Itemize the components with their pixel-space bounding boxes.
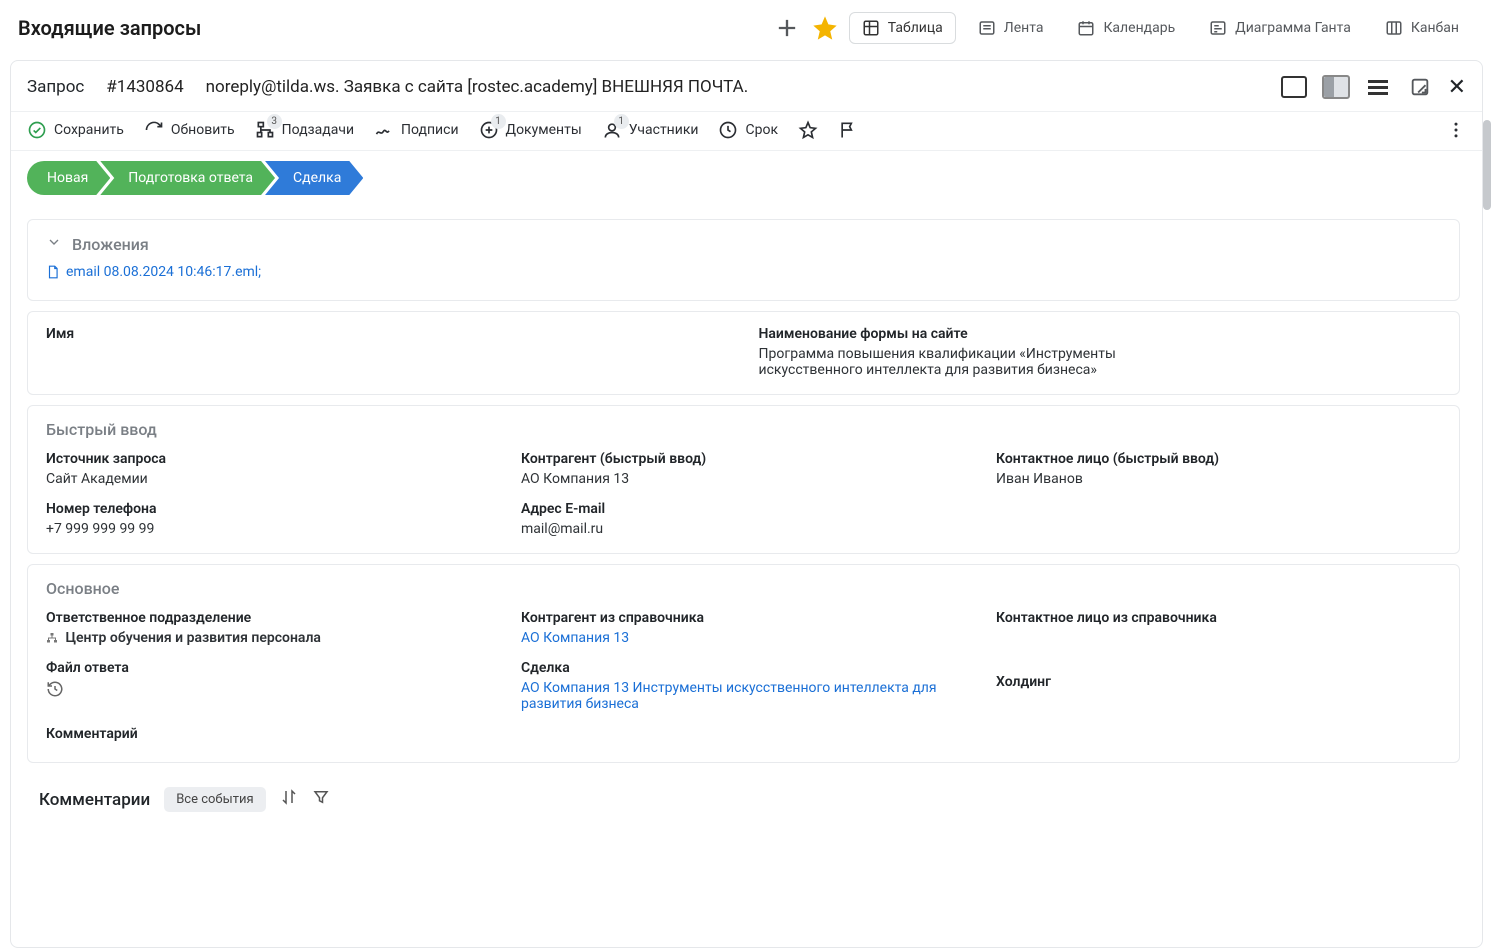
refresh-label: Обновить (171, 122, 235, 138)
list-mode-icon[interactable] (1364, 73, 1392, 101)
split-pane-icon[interactable] (1322, 73, 1350, 101)
view-calendar-label: Календарь (1103, 20, 1175, 36)
sign-label: Подписи (401, 122, 459, 138)
refresh-button[interactable]: Обновить (144, 120, 235, 140)
view-kanban-label: Канбан (1411, 20, 1459, 36)
view-gantt-label: Диаграмма Ганта (1235, 20, 1351, 36)
window-mode-icon[interactable] (1280, 73, 1308, 101)
email-label: Адрес E-mail (521, 501, 966, 517)
header-fields-section: Имя Наименование формы на сайте Программ… (27, 311, 1460, 395)
flag-icon[interactable] (838, 120, 858, 140)
chevron-down-icon[interactable] (46, 234, 62, 254)
contr-q-value: АО Компания 13 (521, 471, 966, 487)
subtasks-label: Подзадачи (282, 122, 354, 138)
sign-button[interactable]: Подписи (374, 120, 459, 140)
attachment-file-name: email 08.08.2024 10:46:17.eml; (66, 264, 261, 280)
subtasks-badge: 3 (267, 114, 282, 129)
sort-icon[interactable] (280, 788, 298, 811)
save-label: Сохранить (54, 122, 124, 138)
record-subject: noreply@tilda.ws. Заявка с сайта [rostec… (206, 77, 749, 97)
docs-badge: 1 (491, 114, 506, 129)
pipeline: Новая Подготовка ответа Сделка Ответ нап… (11, 151, 1482, 209)
email-value: mail@mail.ru (521, 521, 966, 537)
add-icon[interactable] (773, 14, 801, 42)
view-feed[interactable]: Лента (966, 13, 1056, 43)
name-label: Имя (46, 326, 729, 342)
expand-icon[interactable] (1406, 73, 1434, 101)
more-icon[interactable] (1446, 120, 1466, 140)
holding-label: Холдинг (996, 674, 1441, 690)
main-title: Основное (46, 579, 119, 598)
phone-label: Номер телефона (46, 501, 491, 517)
docs-button[interactable]: 1 Документы (479, 120, 582, 140)
stage-sent[interactable]: Ответ направлен (351, 161, 508, 195)
quick-title: Быстрый ввод (46, 420, 157, 439)
source-label: Источник запроса (46, 451, 491, 467)
save-button[interactable]: Сохранить (27, 120, 124, 140)
file-label: Файл ответа (46, 660, 491, 676)
record-type: Запрос (27, 77, 84, 97)
comments-filter-chip[interactable]: Все события (164, 787, 265, 812)
due-label: Срок (745, 122, 778, 138)
source-value: Сайт Академии (46, 471, 491, 487)
comments-bar: Комментарии Все события (11, 773, 1476, 822)
stage-prepare[interactable]: Подготовка ответа (100, 161, 275, 195)
filter-icon[interactable] (312, 788, 330, 811)
due-button[interactable]: Срок (718, 120, 778, 140)
deal-value[interactable]: АО Компания 13 Инструменты искусственног… (521, 680, 941, 712)
members-badge: 1 (614, 114, 629, 129)
view-table-label: Таблица (888, 20, 943, 36)
star-icon[interactable] (811, 14, 839, 42)
attachments-title: Вложения (72, 235, 149, 254)
record-number: #1430864 (106, 77, 183, 97)
form-label: Наименование формы на сайте (759, 326, 1442, 342)
scrollbar[interactable] (1483, 120, 1491, 210)
members-label: Участники (629, 122, 699, 138)
attachments-section: Вложения email 08.08.2024 10:46:17.eml; (27, 219, 1460, 301)
deal-label: Сделка (521, 660, 966, 676)
form-value: Программа повышения квалификации «Инстру… (759, 346, 1219, 378)
contr-m-value[interactable]: АО Компания 13 (521, 630, 966, 646)
contr-q-label: Контрагент (быстрый ввод) (521, 451, 966, 467)
history-icon[interactable] (46, 680, 491, 702)
stage-new[interactable]: Новая (27, 161, 110, 195)
contact-q-label: Контактное лицо (быстрый ввод) (996, 451, 1441, 467)
phone-value: +7 999 999 99 99 (46, 521, 491, 537)
quick-section: Быстрый ввод Источник запроса Сайт Акаде… (27, 405, 1460, 554)
view-table[interactable]: Таблица (849, 12, 956, 44)
favorite-icon[interactable] (798, 120, 818, 140)
view-gantt[interactable]: Диаграмма Ганта (1197, 13, 1363, 43)
subtasks-button[interactable]: 3 Подзадачи (255, 120, 354, 140)
close-icon[interactable]: ✕ (1448, 75, 1466, 100)
contact-m-label: Контактное лицо из справочника (996, 610, 1441, 626)
attachment-file[interactable]: email 08.08.2024 10:46:17.eml; (46, 264, 261, 280)
dept-value: Центр обучения и развития персонала (46, 630, 491, 646)
contact-q-value: Иван Иванов (996, 471, 1441, 487)
contr-m-label: Контрагент из справочника (521, 610, 966, 626)
docs-label: Документы (506, 122, 582, 138)
main-section: Основное Ответственное подразделение Цен… (27, 564, 1460, 763)
members-button[interactable]: 1 Участники (602, 120, 699, 140)
stage-deal[interactable]: Сделка (265, 161, 363, 195)
comments-title: Комментарии (39, 790, 150, 810)
dept-label: Ответственное подразделение (46, 610, 491, 626)
view-feed-label: Лента (1004, 20, 1044, 36)
page-title: Входящие запросы (18, 16, 201, 40)
comment-label: Комментарий (46, 726, 1441, 742)
view-kanban[interactable]: Канбан (1373, 13, 1471, 43)
view-calendar[interactable]: Календарь (1065, 13, 1187, 43)
